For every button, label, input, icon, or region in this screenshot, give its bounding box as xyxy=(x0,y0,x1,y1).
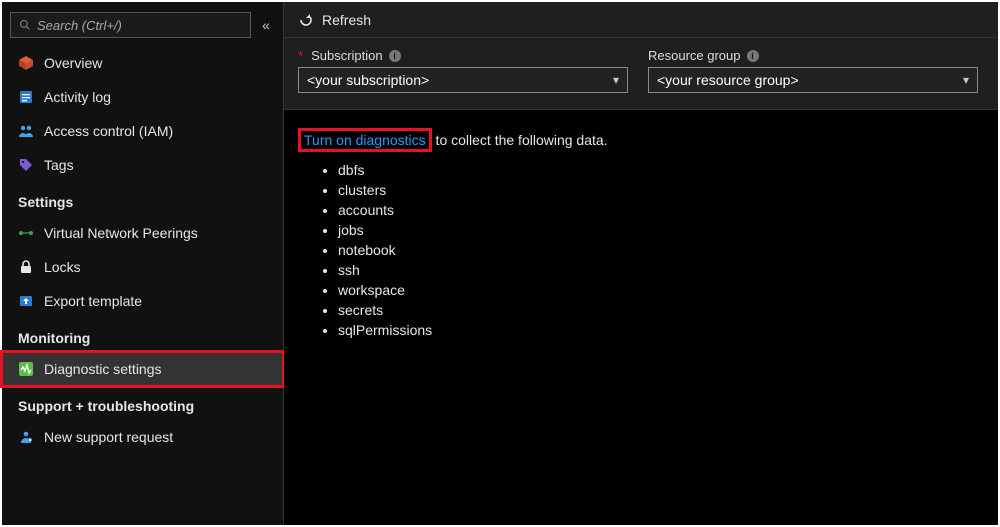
sidebar-item-label: Virtual Network Peerings xyxy=(44,225,198,241)
list-item: dbfs xyxy=(338,160,984,180)
list-item: jobs xyxy=(338,220,984,240)
sidebar-heading-settings: Settings xyxy=(2,182,283,216)
diagnostics-suffix: to collect the following data. xyxy=(432,132,608,148)
list-item: ssh xyxy=(338,260,984,280)
resourcegroup-value: <your resource group> xyxy=(657,72,799,88)
sidebar-item-label: Activity log xyxy=(44,89,111,105)
sidebar-item-new-support-request[interactable]: New support request xyxy=(2,420,283,454)
sidebar-item-label: Diagnostic settings xyxy=(44,361,162,377)
list-item: accounts xyxy=(338,200,984,220)
toolbar: Refresh xyxy=(284,2,998,38)
refresh-button[interactable]: Refresh xyxy=(298,12,371,28)
subscription-value: <your subscription> xyxy=(307,72,429,88)
chevron-down-icon: ▾ xyxy=(963,73,969,87)
diagnostics-data-list: dbfs clusters accounts jobs notebook ssh… xyxy=(338,160,984,340)
people-icon xyxy=(18,123,34,139)
sidebar-item-diagnostic-settings[interactable]: Diagnostic settings xyxy=(2,352,283,386)
refresh-icon xyxy=(298,12,314,28)
info-icon[interactable]: i xyxy=(389,50,401,62)
turn-on-diagnostics-link[interactable]: Turn on diagnostics xyxy=(298,128,432,152)
sidebar: Search (Ctrl+/) « Overview Activity log xyxy=(2,2,284,525)
list-item: sqlPermissions xyxy=(338,320,984,340)
search-input[interactable]: Search (Ctrl+/) xyxy=(10,12,251,38)
search-placeholder: Search (Ctrl+/) xyxy=(37,18,122,33)
peering-icon xyxy=(18,225,34,241)
collapse-sidebar-button[interactable]: « xyxy=(257,17,275,33)
sidebar-item-vnet-peerings[interactable]: Virtual Network Peerings xyxy=(2,216,283,250)
sidebar-heading-monitoring: Monitoring xyxy=(2,318,283,352)
subscription-dropdown[interactable]: <your subscription> ▾ xyxy=(298,67,628,93)
list-item: clusters xyxy=(338,180,984,200)
sidebar-item-export-template[interactable]: Export template xyxy=(2,284,283,318)
sidebar-heading-support: Support + troubleshooting xyxy=(2,386,283,420)
tag-icon xyxy=(18,157,34,173)
sidebar-item-locks[interactable]: Locks xyxy=(2,250,283,284)
support-icon xyxy=(18,429,34,445)
sidebar-item-label: Export template xyxy=(44,293,142,309)
diagnostics-prompt: Turn on diagnostics to collect the follo… xyxy=(298,132,984,148)
content-area: Turn on diagnostics to collect the follo… xyxy=(284,110,998,362)
resourcegroup-label: Resource group i xyxy=(648,48,978,63)
lock-icon xyxy=(18,259,34,275)
sidebar-item-overview[interactable]: Overview xyxy=(2,46,283,80)
diagnostic-icon xyxy=(18,361,34,377)
refresh-label: Refresh xyxy=(322,12,371,28)
sidebar-item-access-control[interactable]: Access control (IAM) xyxy=(2,114,283,148)
info-icon[interactable]: i xyxy=(747,50,759,62)
subscription-label: * Subscription i xyxy=(298,48,628,63)
export-icon xyxy=(18,293,34,309)
required-star: * xyxy=(298,48,303,63)
filter-row: * Subscription i <your subscription> ▾ R… xyxy=(284,38,998,110)
sidebar-item-label: Access control (IAM) xyxy=(44,123,173,139)
sidebar-item-tags[interactable]: Tags xyxy=(2,148,283,182)
sidebar-item-label: Locks xyxy=(44,259,81,275)
list-item: secrets xyxy=(338,300,984,320)
sidebar-item-activity-log[interactable]: Activity log xyxy=(2,80,283,114)
search-icon xyxy=(19,19,31,31)
log-icon xyxy=(18,89,34,105)
cube-icon xyxy=(18,55,34,71)
list-item: notebook xyxy=(338,240,984,260)
sidebar-item-label: Tags xyxy=(44,157,74,173)
chevron-down-icon: ▾ xyxy=(613,73,619,87)
resourcegroup-dropdown[interactable]: <your resource group> ▾ xyxy=(648,67,978,93)
sidebar-item-label: New support request xyxy=(44,429,173,445)
main-panel: Refresh * Subscription i <your subscript… xyxy=(284,2,998,525)
sidebar-item-label: Overview xyxy=(44,55,102,71)
list-item: workspace xyxy=(338,280,984,300)
